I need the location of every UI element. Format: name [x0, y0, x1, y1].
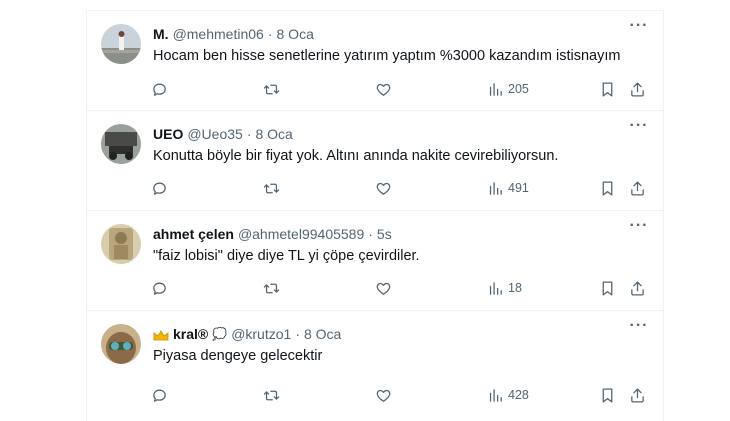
avatar[interactable] [101, 324, 141, 364]
bookmark-button[interactable] [599, 177, 616, 199]
tweet[interactable]: ahmet çelen @ahmetel99405589 · 5s ··· "f… [87, 211, 663, 311]
reply-button[interactable] [151, 384, 168, 406]
like-button[interactable] [375, 78, 392, 100]
share-icon [631, 81, 644, 97]
tweet[interactable]: UEO @Ueo35 · 8 Oca ··· Konutta böyle bir… [87, 111, 663, 211]
tweet-actions: 491 [151, 177, 651, 199]
retweet-icon [263, 183, 280, 193]
like-button[interactable] [375, 177, 392, 199]
retweet-icon [263, 390, 280, 400]
avatar[interactable] [101, 24, 141, 64]
tweet-actions: 428 [151, 384, 651, 406]
reply-icon [153, 282, 166, 295]
views-count: 428 [508, 388, 529, 402]
separator-dot: · [295, 326, 300, 342]
tweet-actions: 205 [151, 78, 651, 100]
bookmark-button[interactable] [599, 78, 616, 100]
heart-icon [376, 83, 391, 96]
heart-icon [376, 182, 391, 195]
timestamp[interactable]: 8 Oca [255, 126, 292, 142]
reply-button[interactable] [151, 277, 168, 299]
reply-feed: M. @mehmetin06 · 8 Oca ··· Hocam ben his… [86, 10, 664, 421]
share-button[interactable] [629, 78, 646, 100]
share-icon [631, 180, 644, 196]
bookmark-button[interactable] [599, 277, 616, 299]
retweet-button[interactable] [263, 177, 280, 199]
tweet-text: Konutta böyle bir fiyat yok. Altını anın… [153, 148, 559, 164]
author-name[interactable]: ahmet çelen [153, 226, 234, 242]
tweet[interactable]: kral® 💭 @krutzo1 · 8 Oca ··· Piyasa deng… [87, 311, 663, 420]
retweet-icon [263, 283, 280, 293]
more-icon[interactable]: ··· [629, 18, 649, 37]
author-name[interactable]: M. [153, 26, 169, 42]
more-icon[interactable]: ··· [629, 318, 649, 337]
author-handle[interactable]: @mehmetin06 [173, 26, 264, 42]
avatar[interactable] [101, 124, 141, 164]
views-button[interactable]: 18 [487, 277, 522, 299]
reply-button[interactable] [151, 78, 168, 100]
author-name[interactable]: UEO [153, 126, 183, 142]
reply-icon [153, 83, 166, 96]
tweet-header: UEO @Ueo35 · 8 Oca [153, 126, 293, 142]
like-button[interactable] [375, 277, 392, 299]
share-button[interactable] [629, 177, 646, 199]
author-handle[interactable]: @Ueo35 [187, 126, 242, 142]
bookmark-button[interactable] [599, 384, 616, 406]
views-count: 18 [508, 281, 522, 295]
retweet-button[interactable] [263, 384, 280, 406]
retweet-icon [263, 84, 280, 94]
views-icon [489, 281, 502, 295]
timestamp[interactable]: 8 Oca [277, 26, 314, 42]
bookmark-icon [602, 81, 613, 97]
bookmark-icon [602, 280, 613, 296]
crown-icon [153, 328, 169, 341]
views-icon [489, 388, 502, 402]
author-name[interactable]: kral® [173, 326, 208, 342]
thought-bubble-badge: 💭 [212, 327, 228, 341]
tweet-actions: 18 [151, 277, 651, 299]
views-icon [489, 181, 502, 195]
tweet-header: ahmet çelen @ahmetel99405589 · 5s [153, 226, 392, 242]
bookmark-icon [602, 387, 613, 403]
share-icon [631, 280, 644, 296]
retweet-button[interactable] [263, 277, 280, 299]
tweet-text: Piyasa dengeye gelecektir [153, 348, 323, 364]
more-icon[interactable]: ··· [629, 118, 649, 137]
views-button[interactable]: 428 [487, 384, 529, 406]
reply-icon [153, 389, 166, 402]
share-button[interactable] [629, 384, 646, 406]
reply-button[interactable] [151, 177, 168, 199]
reply-icon [153, 182, 166, 195]
avatar[interactable] [101, 224, 141, 264]
views-count: 491 [508, 181, 529, 195]
tweet-header: kral® 💭 @krutzo1 · 8 Oca [153, 326, 341, 342]
heart-icon [376, 389, 391, 402]
timestamp[interactable]: 8 Oca [304, 326, 341, 342]
timestamp[interactable]: 5s [377, 226, 392, 242]
share-button[interactable] [629, 277, 646, 299]
more-icon[interactable]: ··· [629, 218, 649, 237]
views-icon [489, 82, 502, 96]
author-handle[interactable]: @krutzo1 [231, 326, 291, 342]
separator-dot: · [368, 226, 373, 242]
tweet-text: Hocam ben hisse senetlerine yatırım yapt… [153, 48, 621, 64]
views-button[interactable]: 491 [487, 177, 529, 199]
views-count: 205 [508, 82, 529, 96]
tweet-header: M. @mehmetin06 · 8 Oca [153, 26, 314, 42]
share-icon [631, 387, 644, 403]
tweet[interactable]: M. @mehmetin06 · 8 Oca ··· Hocam ben his… [87, 11, 663, 111]
separator-dot: · [267, 26, 273, 42]
heart-icon [376, 282, 391, 295]
separator-dot: · [246, 126, 252, 142]
views-button[interactable]: 205 [487, 78, 529, 100]
tweet-text: "faiz lobisi" diye diye TL yi çöpe çevir… [153, 248, 420, 264]
retweet-button[interactable] [263, 78, 280, 100]
like-button[interactable] [375, 384, 392, 406]
author-handle[interactable]: @ahmetel99405589 [238, 226, 364, 242]
bookmark-icon [602, 180, 613, 196]
